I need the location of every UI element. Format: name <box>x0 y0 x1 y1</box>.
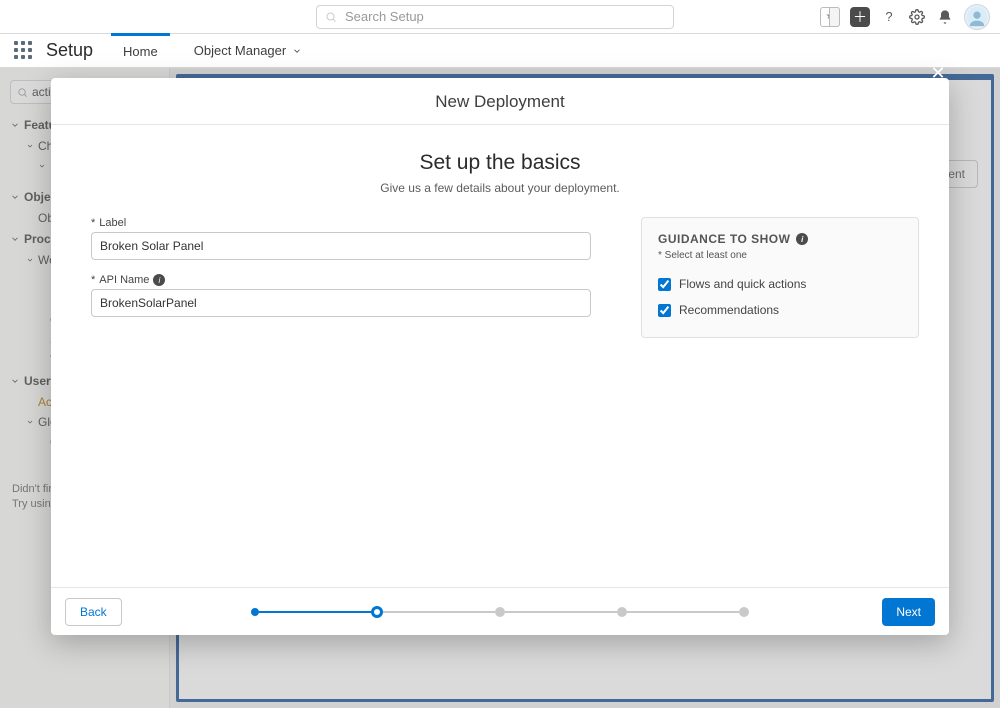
chevron-down-icon <box>292 46 302 56</box>
modal-footer: Back Next <box>51 587 949 635</box>
app-name: Setup <box>46 40 93 61</box>
tab-home[interactable]: Home <box>111 33 170 67</box>
setup-gear-icon[interactable] <box>908 8 926 26</box>
new-deployment-modal: ✕ New Deployment Set up the basics Give … <box>51 78 949 635</box>
guidance-subheading: Select at least one <box>658 250 902 261</box>
label-field-label: Label <box>91 217 591 229</box>
user-avatar[interactable] <box>964 4 990 30</box>
search-placeholder: Search Setup <box>345 9 424 24</box>
modal-title: New Deployment <box>51 78 949 125</box>
checkbox-input[interactable] <box>658 304 671 317</box>
apiname-field-label: API Namei <box>91 274 591 286</box>
global-search[interactable]: Search Setup <box>316 5 674 29</box>
label-input[interactable] <box>91 232 591 260</box>
app-nav: Setup Home Object Manager <box>0 34 1000 68</box>
step-subheading: Give us a few details about your deploym… <box>91 181 909 195</box>
step-2-current <box>371 606 383 618</box>
global-header: Search Setup ★ ＋ ? <box>0 0 1000 34</box>
guidance-card: GUIDANCE TO SHOWi Select at least one Fl… <box>641 217 919 338</box>
apiname-input[interactable] <box>91 289 591 317</box>
step-5 <box>739 607 749 617</box>
info-icon[interactable]: i <box>796 233 808 245</box>
progress-stepper <box>251 606 749 618</box>
app-launcher-icon[interactable] <box>14 41 34 61</box>
step-4 <box>617 607 627 617</box>
checkbox-recommendations[interactable]: Recommendations <box>658 297 902 323</box>
step-heading: Set up the basics <box>91 151 909 175</box>
close-icon[interactable]: ✕ <box>925 60 951 86</box>
info-icon[interactable]: i <box>153 274 165 286</box>
create-button[interactable]: ＋ <box>850 7 870 27</box>
checkbox-flows[interactable]: Flows and quick actions <box>658 271 902 297</box>
back-button[interactable]: Back <box>65 598 122 626</box>
step-3 <box>495 607 505 617</box>
notifications-icon[interactable] <box>936 8 954 26</box>
search-icon <box>325 11 337 23</box>
tab-object-manager[interactable]: Object Manager <box>182 34 315 68</box>
help-icon[interactable]: ? <box>880 8 898 26</box>
guidance-heading: GUIDANCE TO SHOWi <box>658 232 902 246</box>
step-1-done <box>251 608 259 616</box>
next-button[interactable]: Next <box>882 598 935 626</box>
favorites-button[interactable]: ★ <box>820 7 840 27</box>
checkbox-input[interactable] <box>658 278 671 291</box>
